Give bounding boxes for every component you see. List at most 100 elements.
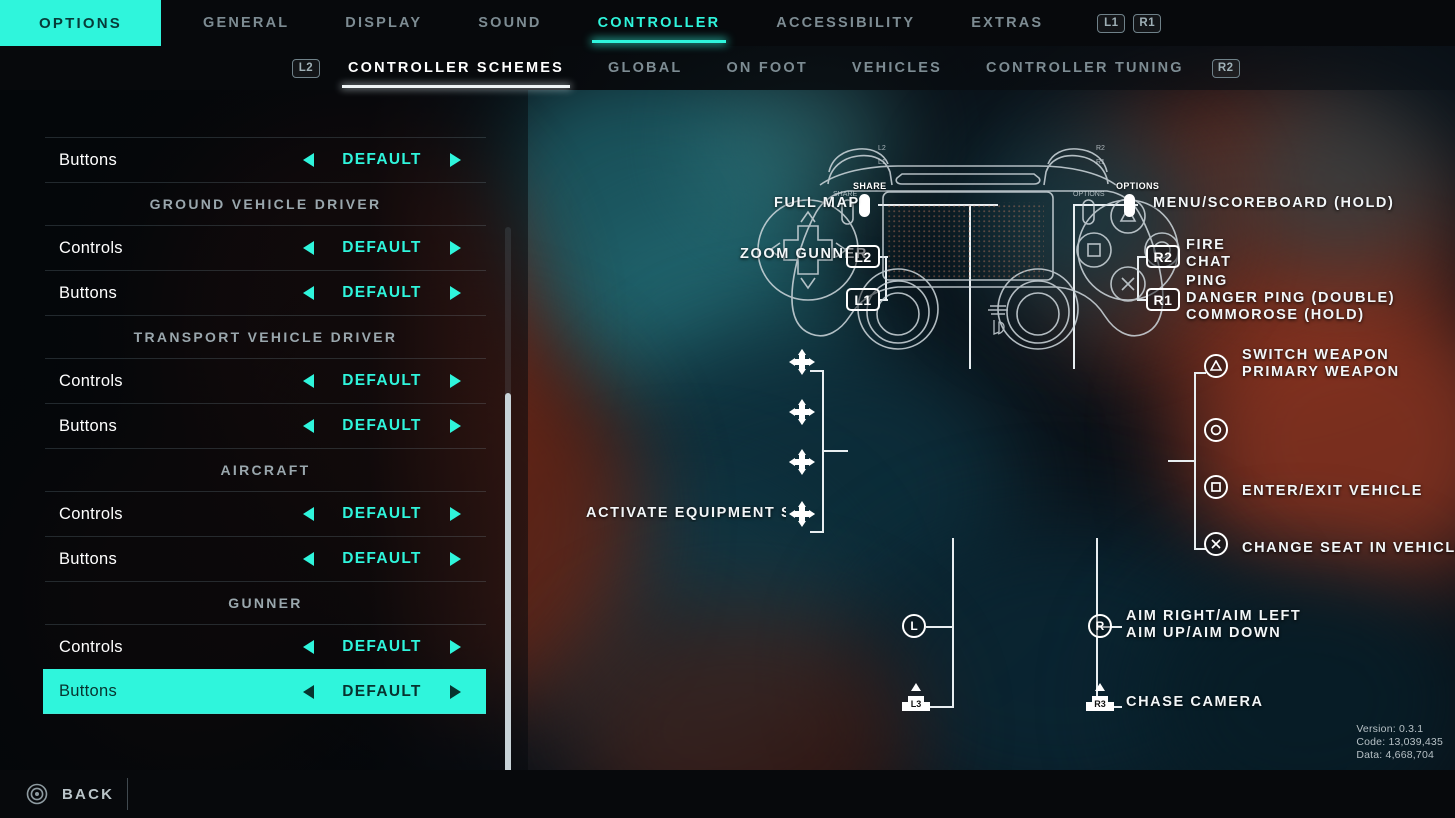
tab-accessibility[interactable]: ACCESSIBILITY [748,0,943,46]
chase-camera-label: CHASE CAMERA [1126,694,1264,710]
data-line: Data: 4,668,704 [1356,749,1435,761]
aim-action-line1: AIM RIGHT/AIM LEFT [1126,608,1302,624]
aim-action-line2: AIM UP/AIM DOWN [1126,625,1282,641]
next-option-arrow-icon[interactable] [450,640,461,654]
next-option-arrow-icon[interactable] [450,374,461,388]
settings-row-control: DEFAULT [301,284,486,302]
back-button-label: BACK [62,785,115,803]
settings-row-value: DEFAULT [342,505,422,522]
settings-row-control: DEFAULT [301,550,486,568]
activate-equipment-label: ACTIVATE EQUIPMENT SLO [586,505,786,521]
scrollbar-track[interactable] [505,227,511,812]
square-action-label: ENTER/EXIT VEHICLE [1242,483,1424,499]
settings-group-header: GUNNER [45,581,486,624]
svg-text:R3: R3 [1094,699,1106,709]
settings-panel: Buttons DEFAULT GROUND VEHICLE DRIVER Contr… [0,90,528,812]
settings-list: Buttons DEFAULT GROUND VEHICLE DRIVER Contr… [43,137,486,714]
back-button[interactable]: BACK [26,770,114,818]
next-option-arrow-icon[interactable] [450,241,461,255]
tab-controller[interactable]: CONTROLLER [570,0,749,46]
l1-bumper-hint-icon[interactable]: L1 [1097,13,1126,33]
settings-row-value: DEFAULT [342,417,422,434]
previous-option-arrow-icon[interactable] [301,640,314,654]
next-option-arrow-icon[interactable] [450,419,461,433]
dpad-right-icon [789,501,815,527]
previous-option-arrow-icon[interactable] [301,419,314,433]
settings-row[interactable]: Buttons DEFAULT [45,137,486,182]
dpad-down-icon [789,399,815,425]
previous-option-arrow-icon[interactable] [301,507,314,521]
settings-row[interactable]: Buttons DEFAULT [45,403,486,448]
tab-sound[interactable]: SOUND [450,0,569,46]
subtab-on-foot[interactable]: ON FOOT [704,46,829,90]
settings-row-label: Buttons [59,283,118,302]
previous-option-arrow-icon[interactable] [301,374,314,388]
options-tab-label: OPTIONS [39,14,122,32]
svg-text:R2: R2 [1096,145,1105,152]
dpad-left-icon [789,449,815,475]
previous-option-arrow-icon[interactable] [301,552,314,566]
subtab-vehicles[interactable]: VEHICLES [830,46,964,90]
settings-row[interactable]: Controls DEFAULT [45,491,486,536]
l2-button-icon: L2 [846,245,880,268]
previous-option-arrow-icon[interactable] [301,241,314,255]
cross-button-icon [1204,532,1228,556]
left-stick-icon: L [902,614,926,638]
r2-action-line2: CHAT [1186,254,1232,270]
settings-row-control: DEFAULT [301,683,486,701]
r3-press-icon: R3 [1086,683,1114,711]
settings-row-value: DEFAULT [342,151,422,168]
next-option-arrow-icon[interactable] [450,507,461,521]
options-button-icon [1124,194,1135,217]
r1-bumper-hint-icon[interactable]: R1 [1133,13,1162,33]
next-option-arrow-icon[interactable] [450,684,461,699]
next-option-arrow-icon[interactable] [450,552,461,566]
tab-display[interactable]: DISPLAY [317,0,450,46]
settings-row[interactable]: Buttons DEFAULT [45,270,486,315]
top-tab-bar: OPTIONS GENERAL DISPLAY SOUND CONTROLLER ACC… [0,0,1455,46]
settings-row-control: DEFAULT [301,372,486,390]
settings-row-label: Controls [59,238,123,257]
settings-row[interactable]: Controls DEFAULT [45,624,486,669]
l1-button-icon: L1 [846,288,880,311]
settings-row[interactable]: Controls DEFAULT [45,358,486,403]
settings-row-selected[interactable]: Buttons DEFAULT [43,669,486,714]
previous-option-arrow-icon[interactable] [301,286,314,300]
settings-group-header: TRANSPORT VEHICLE DRIVER [45,315,486,358]
previous-option-arrow-icon[interactable] [301,684,314,699]
next-option-arrow-icon[interactable] [450,286,461,300]
settings-row[interactable]: Buttons DEFAULT [45,536,486,581]
sub-tab-bar: L2 CONTROLLER SCHEMES GLOBAL ON FOOT VEHICL… [0,46,1455,90]
subtab-global[interactable]: GLOBAL [586,46,704,90]
settings-row-label: Buttons [59,549,118,568]
subtab-controller-tuning[interactable]: CONTROLLER TUNING [964,46,1206,90]
svg-text:L2: L2 [878,145,886,152]
tab-general[interactable]: GENERAL [175,0,317,46]
bottom-bar: BACK [0,770,1455,818]
square-button-icon [1204,475,1228,499]
options-tab[interactable]: OPTIONS [0,0,161,46]
triangle-action-line1: SWITCH WEAPON [1242,347,1390,363]
svg-text:R1: R1 [1096,159,1105,166]
scrollbar-thumb[interactable] [505,393,511,812]
settings-row-control: DEFAULT [301,239,486,257]
previous-option-arrow-icon[interactable] [301,153,314,167]
svg-text:L3: L3 [911,699,922,709]
settings-row-label: Controls [59,637,123,656]
full-map-label: FULL MAP [774,195,860,211]
settings-row-value: DEFAULT [342,638,422,655]
bottom-divider [127,778,128,810]
settings-group-header: GROUND VEHICLE DRIVER [45,182,486,225]
tab-extras[interactable]: EXTRAS [943,0,1071,46]
version-info: Version: 0.3.1 Code: 13,039,435 Data: 4,… [1356,723,1443,762]
subtab-controller-schemes[interactable]: CONTROLLER SCHEMES [326,46,586,90]
circle-button-icon [1204,418,1228,442]
settings-row[interactable]: Controls DEFAULT [45,225,486,270]
settings-row-label: Controls [59,504,123,523]
dpad-up-icon [789,349,815,375]
r2-action-line1: FIRE [1186,237,1226,253]
l2-bumper-hint-icon[interactable]: L2 [292,58,320,78]
r2-bumper-hint-icon[interactable]: R2 [1211,58,1240,78]
next-option-arrow-icon[interactable] [450,153,461,167]
triangle-button-icon [1204,354,1228,378]
